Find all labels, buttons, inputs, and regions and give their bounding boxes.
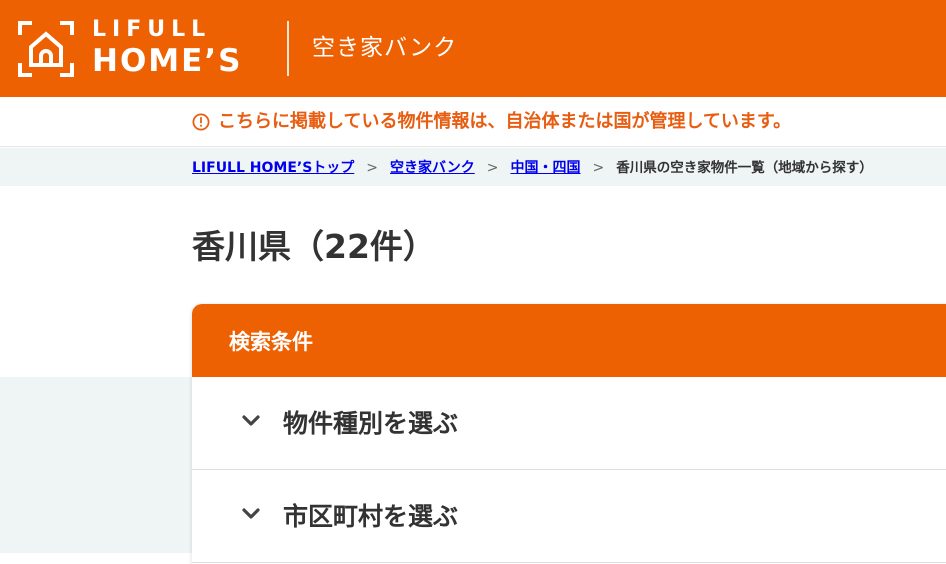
chevron-down-icon xyxy=(242,508,260,519)
header-divider xyxy=(287,21,289,76)
info-circle-icon xyxy=(192,113,210,131)
breadcrumb-current: 香川県の空き家物件一覧（地域から探す） xyxy=(616,160,873,176)
logo-lifull-text: LIFULL xyxy=(92,17,212,42)
breadcrumb-link-region[interactable]: 中国・四国 xyxy=(510,158,580,178)
filter-property-type[interactable]: 物件種別を選ぶ xyxy=(192,377,946,470)
breadcrumb-separator: > xyxy=(486,160,499,176)
home-logo-icon[interactable] xyxy=(18,21,74,77)
breadcrumb-link-top[interactable]: LIFULL HOME’Sトップ xyxy=(192,158,354,178)
chevron-down-icon xyxy=(242,415,260,426)
service-name[interactable]: 空き家バンク xyxy=(312,32,457,64)
search-panel-header: 検索条件 xyxy=(192,304,946,377)
search-conditions-panel: 検索条件 物件種別を選ぶ 市区町村を選ぶ xyxy=(192,304,946,564)
site-header: LIFULL HOME’S 空き家バンク xyxy=(0,0,946,97)
breadcrumb: LIFULL HOME’Sトップ > 空き家バンク > 中国・四国 > 香川県の… xyxy=(192,158,873,178)
breadcrumb-separator: > xyxy=(366,160,379,176)
logo[interactable]: LIFULL HOME’S xyxy=(92,17,243,79)
filter-municipality[interactable]: 市区町村を選ぶ xyxy=(192,470,946,563)
breadcrumb-link-akiya-bank[interactable]: 空き家バンク xyxy=(390,158,475,178)
filter-municipality-label: 市区町村を選ぶ xyxy=(283,502,459,531)
breadcrumb-separator: > xyxy=(592,160,605,176)
breadcrumb-bar: LIFULL HOME’Sトップ > 空き家バンク > 中国・四国 > 香川県の… xyxy=(0,148,946,186)
filter-property-type-label: 物件種別を選ぶ xyxy=(283,409,459,438)
logo-homes-text: HOME’S xyxy=(92,43,243,79)
notice-banner: こちらに掲載している物件情報は、自治体または国が管理しています。 xyxy=(0,97,946,147)
notice-text: こちらに掲載している物件情報は、自治体または国が管理しています。 xyxy=(218,111,792,132)
search-panel-title: 検索条件 xyxy=(229,330,313,354)
page-title: 香川県（22件） xyxy=(192,227,436,266)
